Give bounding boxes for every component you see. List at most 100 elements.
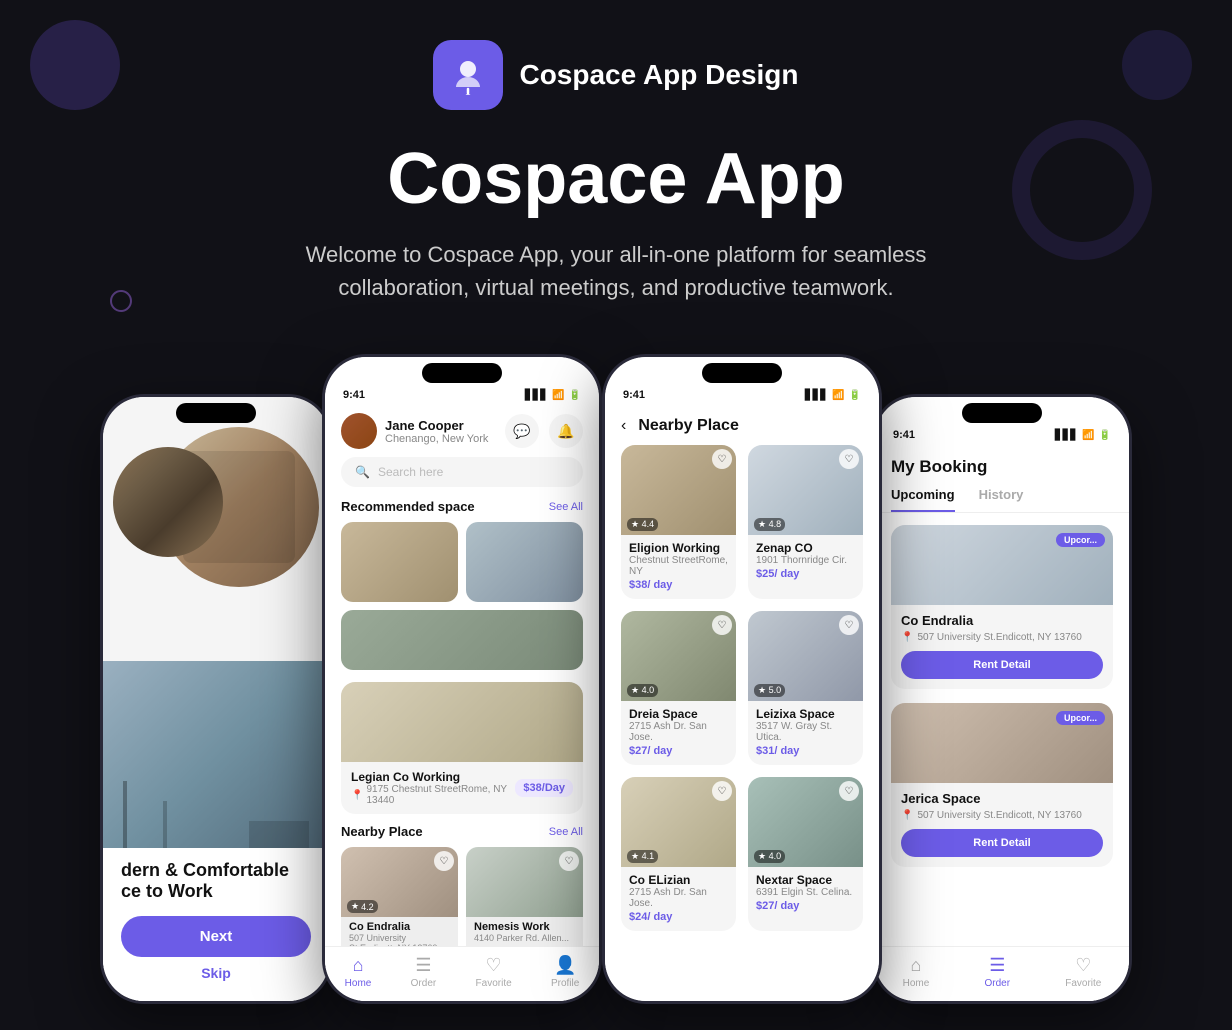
nearby-page-title: Nearby Place xyxy=(638,417,739,435)
featured-info: Legian Co Working 📍 9175 Chestnut Street… xyxy=(341,762,583,814)
nearby-list-card-5[interactable]: ♡ ★ 4.1 Co ELizian 2715 Ash Dr. San Jose… xyxy=(621,777,736,931)
skip-button[interactable]: Skip xyxy=(121,965,311,981)
home-icon: ⌂ xyxy=(353,955,364,976)
nearby-list-card-1[interactable]: ♡ ★ 4.4 Eligion Working Chestnut StreetR… xyxy=(621,445,736,599)
subtitle-text: Welcome to Cospace App, your all-in-one … xyxy=(256,238,976,304)
user-info: Jane Cooper Chenango, New York xyxy=(341,413,488,449)
nearby-img-2: ♡ xyxy=(466,847,583,917)
recommended-grid xyxy=(325,522,599,682)
deco-circle-tr xyxy=(1122,30,1192,100)
nav-favorite-4[interactable]: ♡ Favorite xyxy=(1065,955,1101,989)
home-icon-4: ⌂ xyxy=(911,955,922,976)
heart-icon-2[interactable]: ♡ xyxy=(559,851,579,871)
nl-img-2: ♡ ★ 4.8 xyxy=(748,445,863,535)
star-badge-nl-3: ★ 4.0 xyxy=(627,684,658,697)
back-button[interactable]: ‹ xyxy=(621,417,626,435)
search-icon: 🔍 xyxy=(355,465,370,479)
heart-icon-1[interactable]: ♡ xyxy=(434,851,454,871)
rec-card-3[interactable] xyxy=(341,610,583,670)
header: Cospace App Design Cospace App Welcome t… xyxy=(0,0,1232,324)
booking-page-title: My Booking xyxy=(875,445,1129,487)
recommended-title: Recommended space xyxy=(341,499,475,514)
booking-addr-2: 📍 507 University St.Endicott, NY 13760 xyxy=(901,810,1103,821)
rec-card-1[interactable] xyxy=(341,522,458,602)
nearby-list-card-3[interactable]: ♡ ★ 4.0 Dreia Space 2715 Ash Dr. San Jos… xyxy=(621,611,736,765)
nl-info-3: Dreia Space 2715 Ash Dr. San Jose. $27/ … xyxy=(621,701,736,765)
star-badge-nl-5: ★ 4.1 xyxy=(627,850,658,863)
booking-addr-1: 📍 507 University St.Endicott, NY 13760 xyxy=(901,632,1103,643)
bell-icon-btn[interactable]: 🔔 xyxy=(549,414,583,448)
phones-row: dern & Comfortable ce to Work Next Skip … xyxy=(0,354,1232,1004)
deco-ring-right xyxy=(1012,120,1152,260)
next-button[interactable]: Next xyxy=(121,916,311,957)
rec-card-2[interactable] xyxy=(466,522,583,602)
heart-btn-nl-5[interactable]: ♡ xyxy=(712,781,732,801)
nav-profile[interactable]: 👤 Profile xyxy=(551,955,579,989)
nl-img-1: ♡ ★ 4.4 xyxy=(621,445,736,535)
nearby-img-1: ♡ ★ 4.2 xyxy=(341,847,458,917)
nav-order[interactable]: ☰ Order xyxy=(411,955,437,989)
user-name: Jane Cooper xyxy=(385,418,488,433)
chat-icon-btn[interactable]: 💬 xyxy=(505,414,539,448)
featured-name: Legian Co Working xyxy=(351,770,515,784)
nl-img-5: ♡ ★ 4.1 xyxy=(621,777,736,867)
nav-home[interactable]: ⌂ Home xyxy=(345,955,372,989)
star-badge-nl-4: ★ 5.0 xyxy=(754,684,785,697)
nearby-list-card-6[interactable]: ♡ ★ 4.0 Nextar Space 6391 Elgin St. Celi… xyxy=(748,777,863,931)
heart-btn-nl-2[interactable]: ♡ xyxy=(839,449,859,469)
featured-price: $38/Day xyxy=(515,779,573,797)
notch-pill-4 xyxy=(962,403,1042,423)
booking-badge-2: Upcor... xyxy=(1056,711,1105,725)
recommended-section-header: Recommended space See All xyxy=(325,499,599,522)
tab-upcoming[interactable]: Upcoming xyxy=(891,487,955,512)
booking-btn-1[interactable]: Rent Detail xyxy=(901,651,1103,679)
star-badge-nl-1: ★ 4.4 xyxy=(627,518,658,531)
booking-name-1: Co Endralia xyxy=(901,613,1103,628)
phone1-content: dern & Comfortable ce to Work Next Skip xyxy=(103,397,329,1001)
nav-favorite[interactable]: ♡ Favorite xyxy=(476,955,512,989)
nearby-list-card-4[interactable]: ♡ ★ 5.0 Leizixa Space 3517 W. Gray St. U… xyxy=(748,611,863,765)
user-avatar xyxy=(341,413,377,449)
circle-img-small xyxy=(113,447,223,557)
booking-location-icon-2: 📍 xyxy=(901,810,913,821)
user-details: Jane Cooper Chenango, New York xyxy=(385,418,488,445)
nearby-list-grid: ♡ ★ 4.4 Eligion Working Chestnut StreetR… xyxy=(605,445,879,931)
booking-btn-2[interactable]: Rent Detail xyxy=(901,829,1103,857)
nl-img-6: ♡ ★ 4.0 xyxy=(748,777,863,867)
header-action-icons: 💬 🔔 xyxy=(505,414,583,448)
nearby-page-header: ‹ Nearby Place xyxy=(605,405,879,445)
location-icon: 📍 xyxy=(351,790,363,801)
order-icon: ☰ xyxy=(415,955,431,976)
booking-card-2: Upcor... Jerica Space 📍 507 University S… xyxy=(891,703,1113,867)
featured-card[interactable]: Legian Co Working 📍 9175 Chestnut Street… xyxy=(341,682,583,814)
booking-badge-1: Upcor... xyxy=(1056,533,1105,547)
logo-row: Cospace App Design xyxy=(433,40,798,110)
user-location: Chenango, New York xyxy=(385,433,488,445)
nav-home-4[interactable]: ⌂ Home xyxy=(903,955,930,989)
heart-btn-nl-4[interactable]: ♡ xyxy=(839,615,859,635)
booking-tabs: Upcoming History xyxy=(875,487,1129,513)
profile-icon: 👤 xyxy=(554,955,576,976)
booking-info-1: Co Endralia 📍 507 University St.Endicott… xyxy=(891,605,1113,689)
nearby-list-card-2[interactable]: ♡ ★ 4.8 Zenap CO 1901 Thornridge Cir. $2… xyxy=(748,445,863,599)
nav-order-4[interactable]: ☰ Order xyxy=(984,955,1010,989)
tab-history[interactable]: History xyxy=(979,487,1024,512)
phone2-content: 9:41 ▋▋▋ 📶 🔋 Jane Cooper Chenango, New Y… xyxy=(325,357,599,1001)
heart-btn-nl-1[interactable]: ♡ xyxy=(712,449,732,469)
status-icons-3: ▋▋▋ 📶 🔋 xyxy=(805,390,861,401)
bottom-nav-4: ⌂ Home ☰ Order ♡ Favorite xyxy=(875,946,1129,1001)
favorite-icon-4: ♡ xyxy=(1075,955,1091,976)
see-all-recommended[interactable]: See All xyxy=(549,501,583,513)
search-bar[interactable]: 🔍 Search here xyxy=(341,457,583,487)
phone3-content: 9:41 ▋▋▋ 📶 🔋 ‹ Nearby Place ♡ ★ 4.4 Elig… xyxy=(605,357,879,1001)
heart-btn-nl-6[interactable]: ♡ xyxy=(839,781,859,801)
app-logo-title: Cospace App Design xyxy=(519,59,798,91)
nl-info-6: Nextar Space 6391 Elgin St. Celina. $27/… xyxy=(748,867,863,920)
booking-img-2: Upcor... xyxy=(891,703,1113,783)
see-all-nearby[interactable]: See All xyxy=(549,826,583,838)
notch-pill-3 xyxy=(702,363,782,383)
phone1-bottom: dern & Comfortable ce to Work Next Skip xyxy=(103,848,329,1001)
phone-nearby: 9:41 ▋▋▋ 📶 🔋 ‹ Nearby Place ♡ ★ 4.4 Elig… xyxy=(602,354,882,1004)
booking-img-1: Upcor... xyxy=(891,525,1113,605)
heart-btn-nl-3[interactable]: ♡ xyxy=(712,615,732,635)
